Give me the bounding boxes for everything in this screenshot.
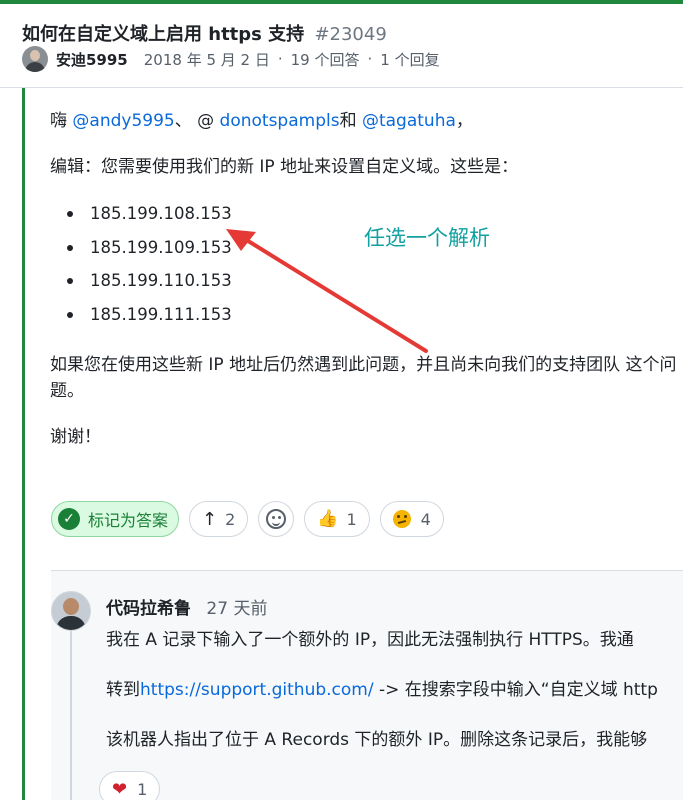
answer-card: 嗨 @andy5995、 @ donotspampls和 @tagatuha， … [22, 88, 683, 800]
greeting-line: 嗨 @andy5995、 @ donotspampls和 @tagatuha， [50, 108, 683, 134]
discussion-header: 如何在自定义域上启用 https 支持 #23049 安迪5995 2018 年… [0, 4, 683, 88]
separator-text: 和 [339, 111, 362, 131]
list-item: 185.199.111.153 [50, 301, 683, 335]
thumbs-up-reaction[interactable]: 👍 1 [304, 501, 370, 537]
reply-line-2: 转到https://support.github.com/ -> 在搜索字段中输… [106, 677, 683, 703]
confused-count: 4 [420, 509, 431, 529]
avatar[interactable] [51, 591, 91, 631]
post-date: 2018 年 5 月 2 日 [143, 50, 270, 69]
answer-body: 嗨 @andy5995、 @ donotspampls和 @tagatuha， … [50, 108, 683, 470]
issue-line: 如果您在使用这些新 IP 地址后仍然遇到此问题，并且尚未向我们的支持团队 这个问… [50, 355, 677, 401]
mention-link[interactable]: donotspampls [220, 111, 340, 131]
avatar[interactable] [22, 46, 48, 72]
annotation-label: 任选一个解析 [364, 226, 490, 250]
reaction-bar: ✓ 标记为答案 ↑ 2 👍 1 4 [51, 500, 454, 538]
arrow-up-icon: ↑ [202, 508, 218, 530]
reply-author-name[interactable]: 代码拉希鲁 [106, 599, 191, 619]
answer-count: 19 个回答 [290, 50, 360, 69]
reply-count: 1 个回复 [380, 50, 440, 69]
reply-line-3: 该机器人指出了位于 A Records 下的额外 IP。删除这条记录后，我能够 [106, 730, 648, 750]
reply-thread: 代码拉希鲁 27 天前 我在 A 记录下输入了一个额外的 IP，因此无法强制执行… [51, 570, 683, 800]
heart-reaction[interactable]: ❤ 1 [99, 771, 161, 800]
bullet-icon [67, 311, 73, 318]
support-link[interactable]: https://support.github.com/ [140, 680, 374, 700]
reply-text: -> 在搜索字段中输入“自定义域 http [373, 680, 658, 700]
reply-text: 转到 [106, 680, 140, 700]
mention-link[interactable]: @andy5995 [72, 111, 174, 131]
bullet-icon [67, 244, 73, 251]
ip-address: 185.199.111.153 [90, 304, 232, 324]
page-title: 如何在自定义域上启用 https 支持 #23049 [22, 20, 387, 46]
ip-address: 185.199.110.153 [90, 271, 232, 290]
mark-as-answer-button[interactable]: ✓ 标记为答案 [51, 501, 180, 537]
separator-dot: · [367, 50, 373, 68]
thread-line [70, 627, 72, 800]
bullet-icon [67, 278, 73, 284]
discussion-title: 如何在自定义域上启用 https 支持 [22, 24, 305, 45]
discussion-number: #23049 [314, 24, 387, 45]
ip-address: 185.199.109.153 [90, 237, 232, 257]
edit-line: 编辑：您需要使用我们的新 IP 地址来设置自定义域。这些是： [50, 157, 519, 177]
confused-face-icon [392, 510, 411, 528]
upvote-button[interactable]: ↑ 2 [189, 501, 249, 537]
reply-line-1: 我在 A 记录下输入了一个额外的 IP，因此无法强制执行 HTTPS。我通 [106, 630, 634, 650]
thanks-line: 谢谢！ [50, 427, 101, 447]
separator-dot: · [277, 50, 283, 68]
discussion-meta: 安迪5995 2018 年 5 月 2 日 · 19 个回答 · 1 个回复 [22, 45, 440, 73]
separator-text: 、 @ [174, 111, 220, 131]
heart-icon: ❤ [112, 778, 128, 800]
smiley-icon [266, 509, 287, 529]
thumbs-up-count: 1 [346, 509, 357, 529]
author-name[interactable]: 安迪5995 [56, 49, 128, 70]
bullet-icon [67, 211, 73, 217]
reply-body: 我在 A 记录下输入了一个额外的 IP，因此无法强制执行 HTTPS。我通 转到… [106, 627, 683, 777]
greeting-text: 嗨 [50, 111, 73, 131]
ip-address: 185.199.108.153 [90, 204, 232, 223]
ip-list: 185.199.108.153 185.199.109.153 185.199.… [50, 200, 683, 334]
mark-answer-label: 标记为答案 [88, 511, 169, 530]
heart-count: 1 [137, 779, 148, 799]
confused-reaction[interactable]: 4 [379, 501, 444, 537]
check-circle-icon: ✓ [58, 508, 80, 530]
list-item: 185.199.110.153 [50, 267, 683, 301]
thumbs-up-icon: 👍 [317, 509, 339, 529]
separator-text: ， [455, 111, 473, 131]
mention-link[interactable]: @tagatuha [362, 111, 456, 131]
add-reaction-button[interactable] [258, 501, 295, 537]
reply-timestamp[interactable]: 27 天前 [206, 599, 267, 619]
upvote-count: 2 [225, 509, 236, 529]
reply-header: 代码拉希鲁 27 天前 [106, 594, 267, 619]
